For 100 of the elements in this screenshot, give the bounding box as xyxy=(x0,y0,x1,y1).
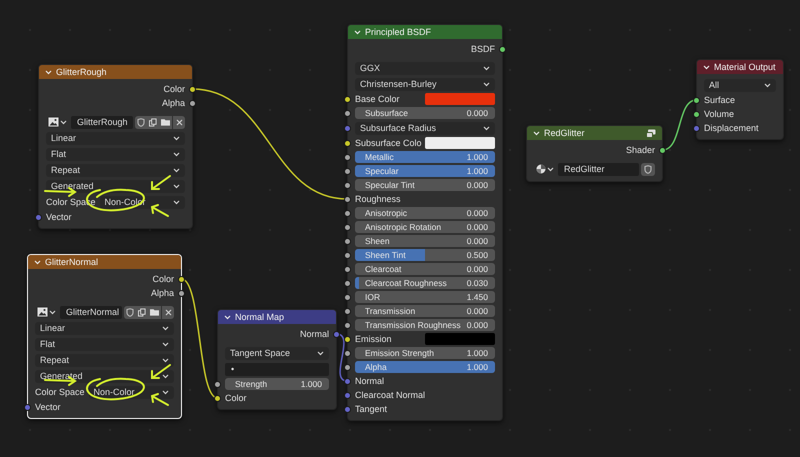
material-browse-button[interactable] xyxy=(534,162,556,176)
socket-dot[interactable] xyxy=(344,294,351,300)
socket-dot[interactable] xyxy=(344,140,351,146)
image-name-field[interactable]: GlitterRough xyxy=(71,116,133,128)
duplicate-icon[interactable] xyxy=(136,306,148,318)
socket-dot[interactable] xyxy=(333,330,340,338)
node-header[interactable]: RedGlitter xyxy=(527,126,662,140)
node-header[interactable]: GlitterRough xyxy=(39,65,192,79)
socket-dot[interactable] xyxy=(344,124,351,132)
dropdown[interactable]: GGX xyxy=(355,62,495,74)
slider-field[interactable]: IOR 1.450 xyxy=(355,291,495,303)
socket-dot[interactable] xyxy=(693,124,700,132)
node-header[interactable]: Normal Map xyxy=(218,310,336,324)
image-browse-button[interactable] xyxy=(35,306,58,318)
socket-dot[interactable] xyxy=(35,214,42,220)
slider-field[interactable]: Alpha 1.000 xyxy=(355,361,495,373)
sphere-icon[interactable] xyxy=(536,164,546,174)
node-header[interactable]: Material Output xyxy=(697,60,783,74)
socket-dot[interactable] xyxy=(344,168,351,174)
slider-field[interactable]: Sheen Tint 0.500 xyxy=(355,249,495,261)
socket-dot[interactable] xyxy=(344,196,351,202)
dropdown[interactable]: Flat xyxy=(35,338,174,350)
node-panel[interactable]: GlitterNormal Color Alpha GlitterNormal Linear Flat Repeat Generated Color Space Non-Color Vector xyxy=(27,254,182,419)
socket-dot[interactable] xyxy=(344,336,351,342)
chevron-icon[interactable] xyxy=(354,30,361,34)
color-swatch[interactable] xyxy=(425,93,495,105)
input-field[interactable]: • xyxy=(225,362,329,376)
socket-dot[interactable] xyxy=(344,350,351,356)
node-header[interactable]: Principled BSDF xyxy=(348,25,502,39)
dropdown[interactable]: Repeat xyxy=(46,164,185,176)
node-panel[interactable]: RedGlitter Shader RedGlitter xyxy=(526,125,663,182)
node-panel[interactable]: Material Output All Surface Volume Displacement xyxy=(696,59,784,140)
socket-dot[interactable] xyxy=(214,380,221,388)
duplicate-icon[interactable] xyxy=(147,116,159,128)
slider-field[interactable]: Subsurface 0.000 xyxy=(355,107,495,119)
socket-dot[interactable] xyxy=(344,322,351,328)
socket-dot[interactable] xyxy=(344,252,351,258)
color-swatch[interactable] xyxy=(425,333,495,345)
socket-dot[interactable] xyxy=(178,290,185,296)
socket-dot[interactable] xyxy=(344,364,351,370)
slider-field[interactable]: Clearcoat Roughness 0.030 xyxy=(355,277,495,289)
dropdown[interactable]: Non-Color xyxy=(88,386,174,398)
image-name-field[interactable]: GlitterNormal xyxy=(60,306,122,318)
chevron-icon[interactable] xyxy=(703,64,710,70)
dropdown[interactable]: Subsurface Radius xyxy=(355,122,495,134)
socket-dot[interactable] xyxy=(344,406,351,412)
socket-dot[interactable] xyxy=(344,238,351,244)
socket-dot[interactable] xyxy=(189,100,196,106)
chevron-icon[interactable] xyxy=(45,70,52,74)
socket-dot[interactable] xyxy=(344,110,351,116)
close-icon[interactable] xyxy=(162,306,174,318)
dropdown[interactable]: Repeat xyxy=(35,354,174,366)
image-icon[interactable] xyxy=(48,117,59,127)
dropdown[interactable]: Tangent Space xyxy=(225,346,329,360)
slider-field[interactable]: Emission Strength 1.000 xyxy=(355,347,495,359)
chevron-icon[interactable] xyxy=(533,130,540,136)
folder-icon[interactable] xyxy=(148,306,161,318)
fake-user-shield-icon[interactable] xyxy=(641,162,655,176)
slider-field[interactable]: Anisotropic Rotation 0.000 xyxy=(355,221,495,233)
socket-dot[interactable] xyxy=(693,96,700,104)
slider-field[interactable]: Specular Tint 0.000 xyxy=(355,179,495,191)
socket-dot[interactable] xyxy=(344,210,351,216)
socket-dot[interactable] xyxy=(214,394,221,402)
socket-dot[interactable] xyxy=(189,86,196,92)
slider-field[interactable]: Specular 1.000 xyxy=(355,165,495,177)
slider-field[interactable]: Metallic 1.000 xyxy=(355,151,495,163)
color-swatch[interactable] xyxy=(425,137,495,149)
dropdown[interactable]: Flat xyxy=(46,148,185,160)
dropdown[interactable]: Christensen-Burley xyxy=(355,78,495,90)
socket-dot[interactable] xyxy=(178,276,185,282)
image-browse-button[interactable] xyxy=(46,116,69,128)
slider-field[interactable]: Sheen 0.000 xyxy=(355,235,495,247)
fake-user-shield-icon[interactable] xyxy=(124,306,136,318)
dropdown[interactable]: Linear xyxy=(35,322,174,334)
image-icon[interactable] xyxy=(37,307,48,317)
fake-user-shield-icon[interactable] xyxy=(135,116,147,128)
material-name-field[interactable]: RedGlitter xyxy=(558,162,639,176)
socket-dot[interactable] xyxy=(499,46,506,52)
dropdown[interactable]: All xyxy=(704,78,776,92)
socket-dot[interactable] xyxy=(344,96,351,102)
slider-field[interactable]: Anisotropic 0.000 xyxy=(355,207,495,219)
chevron-icon[interactable] xyxy=(224,314,231,320)
socket-dot[interactable] xyxy=(344,224,351,230)
socket-dot[interactable] xyxy=(344,280,351,286)
node-preview-icon[interactable] xyxy=(646,128,656,138)
folder-icon[interactable] xyxy=(159,116,172,128)
node-panel[interactable] xyxy=(347,24,503,421)
socket-dot[interactable] xyxy=(344,266,351,272)
slider-field[interactable]: Transmission Roughness 0.000 xyxy=(355,319,495,331)
chevron-icon[interactable] xyxy=(34,260,41,264)
socket-dot[interactable] xyxy=(693,110,700,118)
socket-dot[interactable] xyxy=(344,182,351,188)
socket-dot[interactable] xyxy=(344,308,351,314)
slider-field[interactable]: Transmission 0.000 xyxy=(355,305,495,317)
dropdown[interactable]: Linear xyxy=(46,132,185,144)
node-header[interactable]: GlitterNormal xyxy=(28,255,181,269)
slider-field[interactable]: Clearcoat 0.000 xyxy=(355,263,495,275)
socket-dot[interactable] xyxy=(344,378,351,384)
close-icon[interactable] xyxy=(173,116,185,128)
slider-field[interactable]: Strength 1.000 xyxy=(225,378,329,390)
